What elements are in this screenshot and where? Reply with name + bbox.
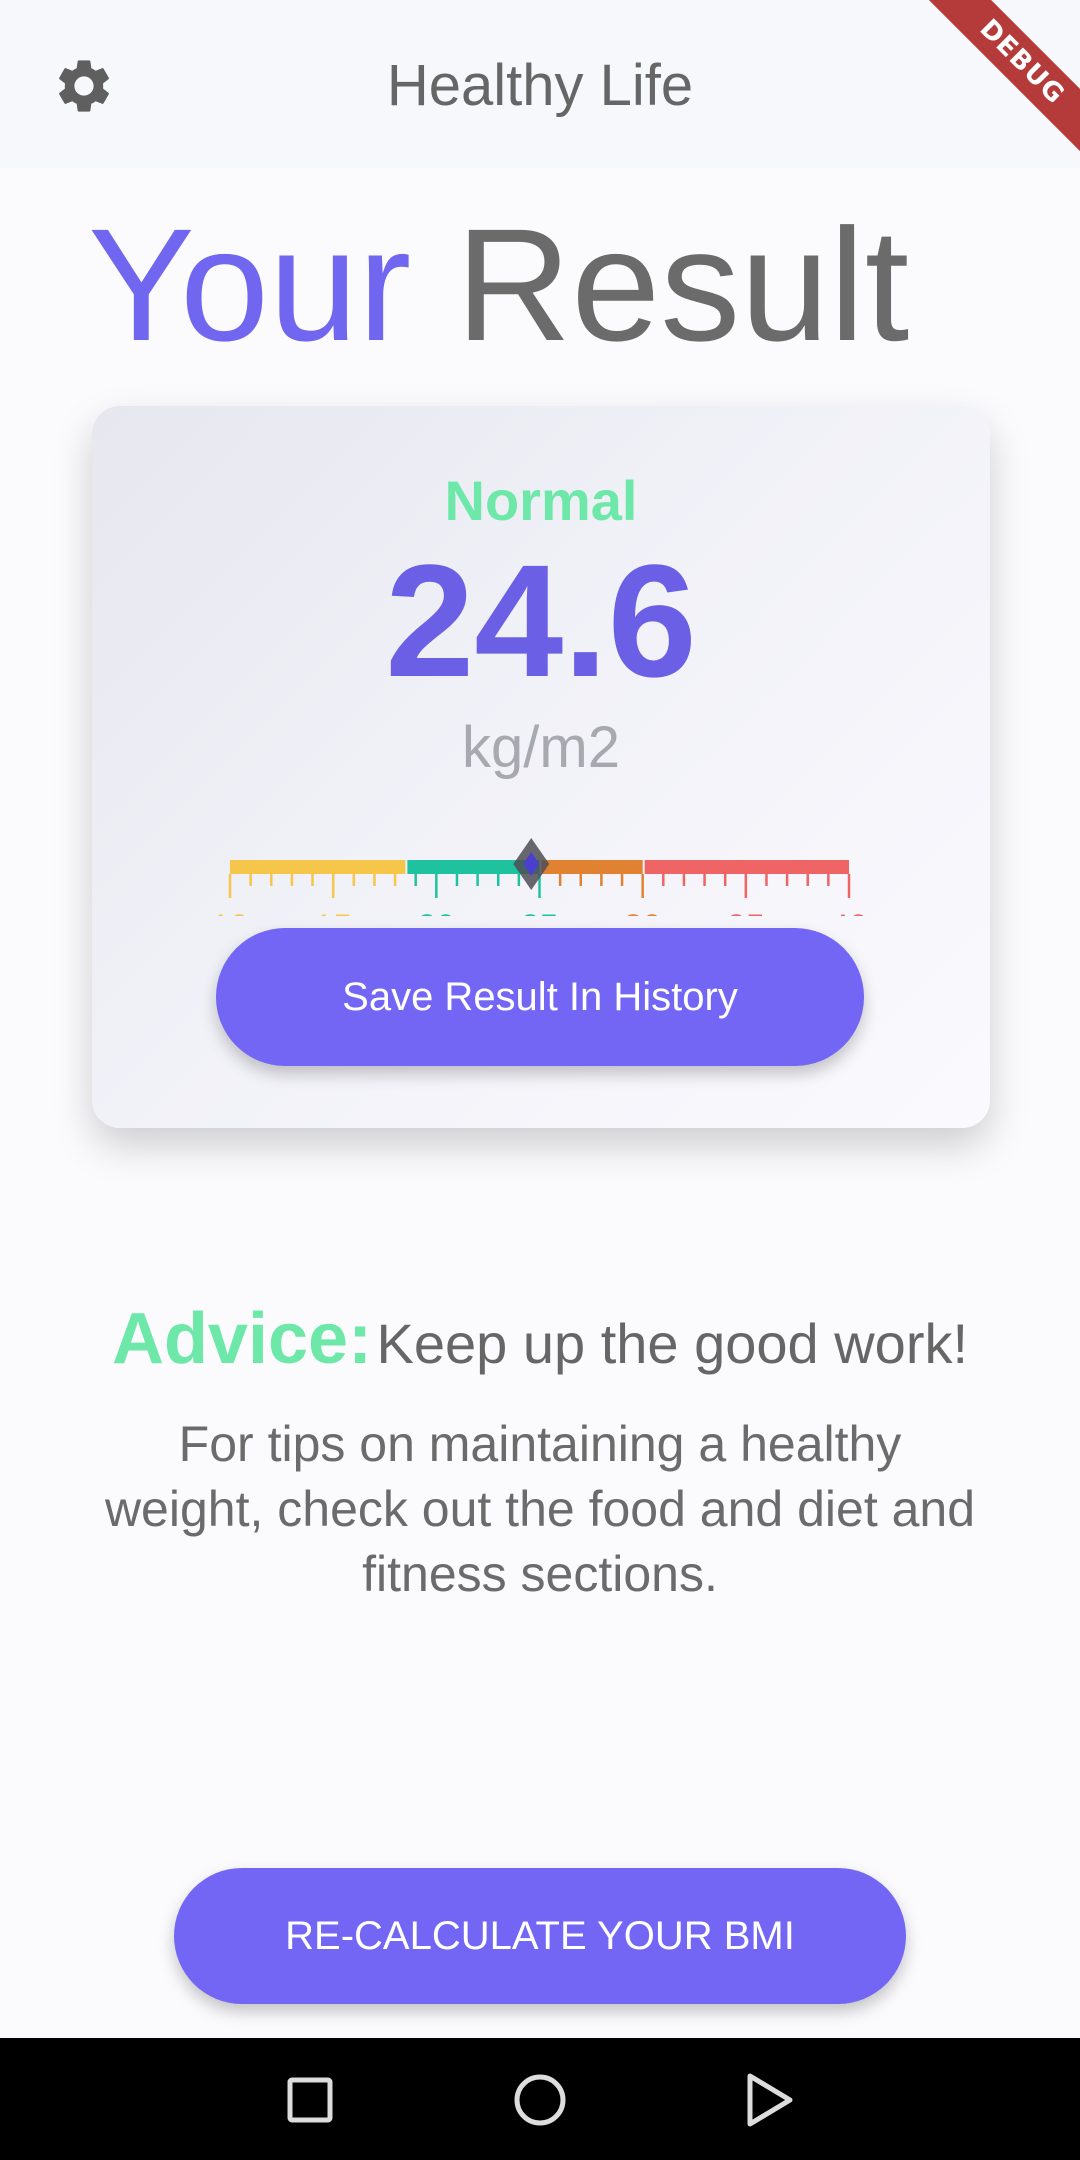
gauge-segment — [230, 860, 406, 874]
recents-button[interactable] — [270, 2060, 350, 2140]
bmi-gauge: 10 15 20 25 30 35 40 — [211, 838, 868, 916]
gauge-segment — [644, 860, 849, 874]
gauge-tick-label: 40 — [830, 908, 868, 916]
gauge-tick-label: 15 — [314, 908, 352, 916]
bmi-status: Normal — [444, 469, 638, 532]
debug-banner: DEBUG — [900, 0, 1080, 180]
page-title-word-1: Your — [88, 195, 412, 374]
gauge-tick-label: 30 — [624, 908, 662, 916]
gauge-tick-label: 20 — [417, 908, 455, 916]
advice-message: Keep up the good work! — [376, 1312, 969, 1375]
bmi-value: 24.6 — [385, 531, 697, 710]
home-button[interactable] — [500, 2060, 580, 2140]
gauge-tick-label: 25 — [521, 908, 559, 916]
recents-square-icon — [287, 2077, 333, 2123]
page-title-word-2: Result — [455, 195, 910, 374]
gauge-segment — [541, 860, 643, 874]
result-card: Normal 24.6 kg/m2 10152025303540 Save Re… — [92, 406, 990, 1128]
advice-tips: For tips on maintaining a healthy weight… — [104, 1416, 976, 1602]
back-button[interactable] — [730, 2060, 810, 2140]
app-bar: Healthy Life DEBUG — [0, 0, 1080, 180]
advice-line: Advice: Keep up the good work! — [0, 1298, 1080, 1380]
home-circle-icon — [514, 2074, 566, 2126]
save-result-button[interactable]: Save Result In History — [216, 928, 864, 1066]
debug-label: DEBUG — [900, 0, 1080, 180]
page-title: Your Result — [88, 200, 909, 370]
advice-label: Advice: — [111, 1299, 373, 1379]
back-triangle-icon — [747, 2073, 793, 2127]
system-nav-bar — [0, 2038, 1080, 2160]
gauge-tick-label: 10 — [211, 908, 249, 916]
recalculate-bmi-button[interactable]: RE-CALCULATE YOUR BMI — [174, 1868, 906, 2004]
gauge-tick-label: 35 — [727, 908, 765, 916]
